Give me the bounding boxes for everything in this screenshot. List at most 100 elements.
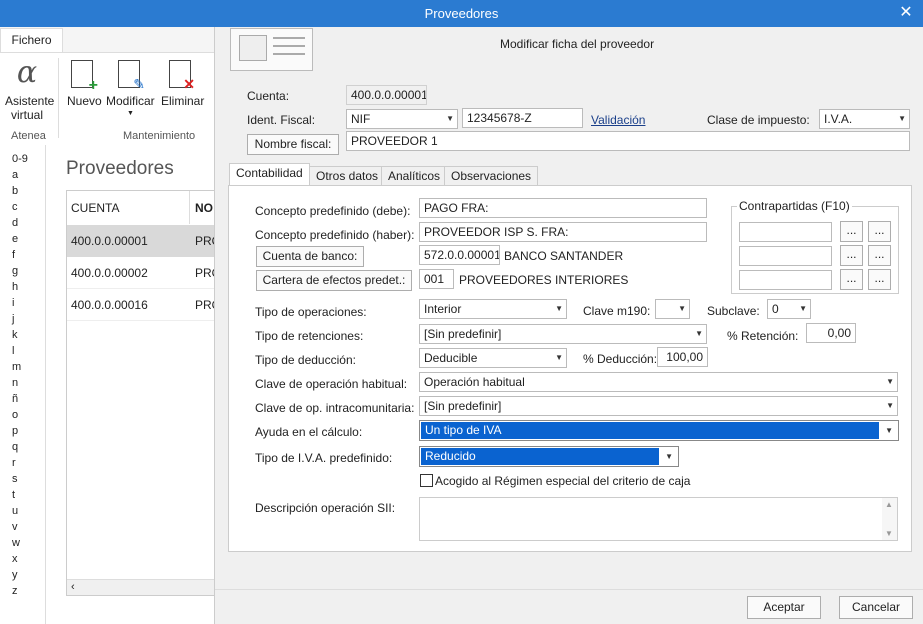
scroll-left-icon[interactable]: ‹ <box>71 581 75 593</box>
contrapartida-field-3[interactable] <box>739 270 832 290</box>
alphabet-letter[interactable]: ñ <box>12 391 36 407</box>
clave-intra-label: Clave de op. intracomunitaria: <box>255 401 415 415</box>
cuenta-banco-button[interactable]: Cuenta de banco: <box>256 246 364 267</box>
scroll-down-icon[interactable]: ▼ <box>885 529 893 538</box>
alphabet-letter[interactable]: t <box>12 487 36 503</box>
new-button[interactable]: Nuevo <box>67 94 102 108</box>
alphabet-letter[interactable]: j <box>12 311 36 327</box>
alphabet-letter[interactable]: i <box>12 295 36 311</box>
alphabet-letter[interactable]: z <box>12 583 36 599</box>
acogido-checkbox[interactable] <box>420 474 433 487</box>
alphabet-letter[interactable]: h <box>12 279 36 295</box>
nombre-fiscal-button[interactable]: Nombre fiscal: <box>247 134 339 155</box>
tipo-iva-select[interactable]: Reducido ▼ <box>419 446 679 467</box>
contrapartida-field-1[interactable] <box>739 222 832 242</box>
tipo-operaciones-select[interactable]: Interior ▼ <box>419 299 567 319</box>
delete-document-icon[interactable]: ✕ <box>169 60 195 91</box>
picture-placeholder-icon[interactable] <box>230 28 313 71</box>
aceptar-button[interactable]: Aceptar <box>747 596 821 619</box>
alphabet-letter[interactable]: f <box>12 247 36 263</box>
modify-dropdown-icon[interactable]: ▼ <box>127 110 134 117</box>
table-row[interactable]: 400.0.0.00001 PRO <box>67 225 215 257</box>
clave-intra-value: [Sin predefinir] <box>424 399 502 413</box>
new-document-icon[interactable]: + <box>71 60 98 94</box>
clase-impuesto-select[interactable]: I.V.A. ▼ <box>819 109 910 129</box>
column-header-cuenta[interactable]: CUENTA <box>71 201 119 215</box>
ident-type-select[interactable]: NIF ▼ <box>346 109 458 129</box>
alphabet-letter[interactable]: l <box>12 343 36 359</box>
pct-retencion-field[interactable]: 0,00 <box>806 323 856 343</box>
alphabet-letter[interactable]: c <box>12 199 36 215</box>
alphabet-letter[interactable]: x <box>12 551 36 567</box>
table-row[interactable]: 400.0.0.00002 PRO <box>67 257 215 289</box>
close-icon[interactable]: ✕ <box>897 0 915 27</box>
delete-button[interactable]: Eliminar <box>161 94 204 108</box>
alphabet-letter[interactable]: y <box>12 567 36 583</box>
nombre-fiscal-field[interactable]: PROVEEDOR 1 <box>346 131 910 151</box>
alphabet-letter[interactable]: k <box>12 327 36 343</box>
alphabet-letter[interactable]: o <box>12 407 36 423</box>
tipo-retenciones-select[interactable]: [Sin predefinir] ▼ <box>419 324 707 344</box>
cuenta-label: Cuenta: <box>247 89 290 103</box>
ident-type-value: NIF <box>351 112 371 126</box>
descripcion-sii-textarea[interactable]: ▲ ▼ <box>419 497 898 541</box>
clase-impuesto-label: Clase de impuesto: <box>707 113 810 127</box>
column-header-nombre[interactable]: NO <box>195 201 213 215</box>
alphabet-letter[interactable]: m <box>12 359 36 375</box>
contrapartida-debe-button-3[interactable]: ... <box>840 269 863 290</box>
contrapartida-haber-button-2[interactable]: ... <box>868 245 891 266</box>
cuenta-banco-field[interactable]: 572.0.0.00001 <box>419 245 500 265</box>
alphabet-divider <box>45 145 46 624</box>
concepto-debe-field[interactable]: PAGO FRA: <box>419 198 707 218</box>
tipo-deduccion-select[interactable]: Deducible ▼ <box>419 348 567 368</box>
ident-value-field[interactable]: 12345678-Z <box>462 108 583 128</box>
alphabet-letter[interactable]: g <box>12 263 36 279</box>
alphabet-letter[interactable]: p <box>12 423 36 439</box>
alphabet-letter[interactable]: b <box>12 183 36 199</box>
cartera-button[interactable]: Cartera de efectos predet.: <box>256 270 412 291</box>
concepto-haber-field[interactable]: PROVEEDOR ISP S. FRA: <box>419 222 707 242</box>
alphabet-letter[interactable]: v <box>12 519 36 535</box>
cancelar-button[interactable]: Cancelar <box>839 596 913 619</box>
row-cuenta: 400.0.0.00002 <box>71 266 148 280</box>
contrapartida-haber-button-1[interactable]: ... <box>868 221 891 242</box>
alphabet-letter[interactable]: n <box>12 375 36 391</box>
clave-intra-select[interactable]: [Sin predefinir] ▼ <box>419 396 898 416</box>
modify-button[interactable]: Modificar <box>106 94 155 108</box>
alphabet-letter[interactable]: a <box>12 167 36 183</box>
tab-analiticos[interactable]: Analíticos <box>381 166 448 186</box>
tipo-operaciones-label: Tipo de operaciones: <box>255 305 367 319</box>
tipo-deduccion-label: Tipo de deducción: <box>255 353 356 367</box>
alphabet-letter[interactable]: s <box>12 471 36 487</box>
scroll-up-icon[interactable]: ▲ <box>885 500 893 509</box>
alphabet-letter[interactable]: q <box>12 439 36 455</box>
tab-observaciones[interactable]: Observaciones <box>444 166 539 186</box>
horizontal-scrollbar[interactable]: ‹ <box>67 579 215 595</box>
tab-contabilidad[interactable]: Contabilidad <box>229 163 310 185</box>
textarea-scrollbar[interactable]: ▲ ▼ <box>882 498 897 540</box>
cuenta-field[interactable]: 400.0.0.00001 <box>346 85 427 105</box>
clave-m190-select[interactable]: ▼ <box>655 299 690 319</box>
alphabet-letter[interactable]: 0-9 <box>12 151 36 167</box>
table-row[interactable]: 400.0.0.00016 PRO <box>67 289 215 321</box>
contrapartida-field-2[interactable] <box>739 246 832 266</box>
ayuda-calculo-select[interactable]: Un tipo de IVA ▼ <box>419 420 899 441</box>
assistant-icon[interactable]: α <box>12 56 42 90</box>
tab-otros-datos[interactable]: Otros datos <box>309 166 386 186</box>
contrapartida-haber-button-3[interactable]: ... <box>868 269 891 290</box>
contrapartida-debe-button-2[interactable]: ... <box>840 245 863 266</box>
alphabet-letter[interactable]: w <box>12 535 36 551</box>
alphabet-letter[interactable]: d <box>12 215 36 231</box>
pct-deduccion-field[interactable]: 100,00 <box>657 347 708 367</box>
modify-document-icon[interactable]: ✎ <box>118 60 145 91</box>
alphabet-letter[interactable]: r <box>12 455 36 471</box>
alphabet-letter[interactable]: e <box>12 231 36 247</box>
file-tab[interactable]: Fichero <box>0 28 63 52</box>
contrapartida-debe-button-1[interactable]: ... <box>840 221 863 242</box>
validacion-link[interactable]: Validación <box>591 113 645 127</box>
row-cuenta: 400.0.0.00016 <box>71 298 148 312</box>
subclave-select[interactable]: 0 ▼ <box>767 299 811 319</box>
cartera-field[interactable]: 001 <box>419 269 454 289</box>
clave-habitual-select[interactable]: Operación habitual ▼ <box>419 372 898 392</box>
alphabet-letter[interactable]: u <box>12 503 36 519</box>
